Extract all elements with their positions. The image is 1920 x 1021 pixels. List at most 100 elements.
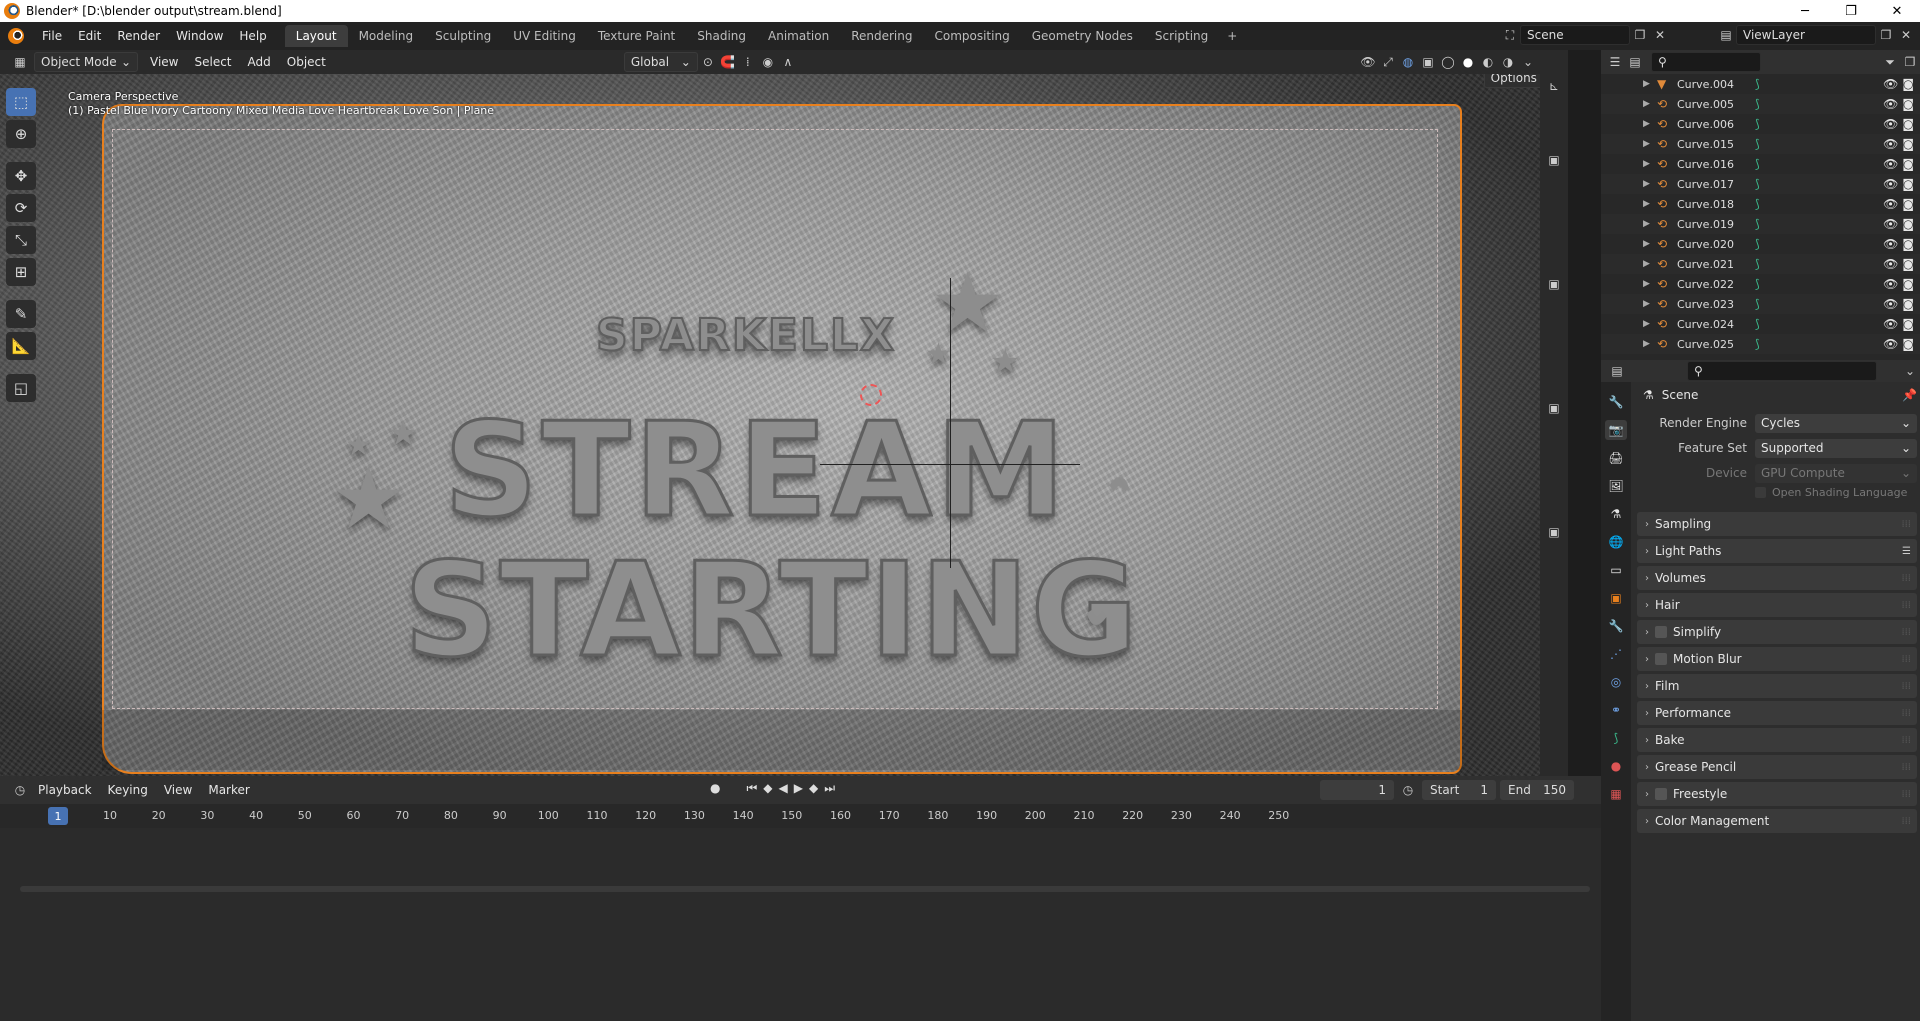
shading-options-icon[interactable]: ⌄	[1518, 52, 1538, 72]
output-tab-icon[interactable]: 🖨	[1605, 448, 1627, 468]
camera-icon[interactable]: ◙	[1902, 217, 1914, 231]
outliner-row[interactable]: ▶ ⟲ Curve.019 ⟆ 👁 ◙	[1601, 214, 1920, 234]
eye-icon[interactable]: 👁	[1883, 317, 1898, 331]
particles-tab-icon[interactable]: ⋰	[1605, 644, 1627, 664]
eye-icon[interactable]: 👁	[1883, 297, 1898, 311]
timeline-menu-view[interactable]: View	[156, 783, 200, 797]
panel-motion-blur[interactable]: › Motion Blur ⁞⁞⁞	[1637, 647, 1917, 671]
panel-performance[interactable]: › Performance ⁞⁞⁞	[1637, 701, 1917, 725]
menu-file[interactable]: File	[34, 29, 70, 43]
camera-icon[interactable]: ◙	[1902, 137, 1914, 151]
new-scene-icon[interactable]: ❐	[1630, 25, 1650, 45]
menu-edit[interactable]: Edit	[70, 29, 109, 43]
rendered-shading-icon[interactable]: ◑	[1498, 52, 1518, 72]
device-dropdown[interactable]: GPU Compute ⌄	[1755, 463, 1917, 483]
view-layer-tab-icon[interactable]: 🖼	[1605, 476, 1627, 496]
tool-tab-icon[interactable]: 🔧	[1605, 392, 1627, 412]
camera-icon[interactable]: ◙	[1902, 197, 1914, 211]
outliner-row[interactable]: ▶ ⟲ Curve.025 ⟆ 👁 ◙	[1601, 334, 1920, 354]
measure-tool-icon[interactable]: 📐	[6, 332, 36, 360]
data-tab-icon[interactable]: ⟆	[1605, 728, 1627, 748]
prev-keyframe-icon[interactable]: ◆	[763, 781, 772, 796]
blender-menu-icon[interactable]	[8, 28, 24, 44]
eye-icon[interactable]: 👁	[1883, 77, 1898, 91]
select-box-tool-icon[interactable]: ⬚	[6, 88, 36, 116]
3d-cursor-icon[interactable]	[860, 384, 882, 406]
panel-light-paths[interactable]: › Light Paths ☰	[1637, 539, 1917, 563]
menu-window[interactable]: Window	[168, 29, 231, 43]
outliner-row[interactable]: ▶ ⟲ Curve.023 ⟆ 👁 ◙	[1601, 294, 1920, 314]
outliner-search-input[interactable]: ⚲	[1651, 52, 1761, 72]
add-workspace-button[interactable]: +	[1219, 25, 1245, 47]
camera-icon[interactable]: ◙	[1902, 77, 1914, 91]
camera-view-icon[interactable]: ▣	[1544, 398, 1564, 418]
tab-animation[interactable]: Animation	[757, 25, 840, 47]
camera-icon[interactable]: ◙	[1902, 177, 1914, 191]
auto-keying-icon[interactable]: ●	[710, 781, 720, 796]
jump-end-icon[interactable]: ⏭	[824, 781, 835, 796]
jump-start-icon[interactable]: ⏮	[746, 781, 757, 796]
outliner-row[interactable]: ▶ ⟲ Curve.020 ⟆ 👁 ◙	[1601, 234, 1920, 254]
current-frame-field[interactable]: 1	[1320, 780, 1394, 800]
world-tab-icon[interactable]: 🌐	[1605, 532, 1627, 552]
delete-scene-icon[interactable]: ✕	[1650, 25, 1670, 45]
camera-view-icon[interactable]: ▣	[1544, 522, 1564, 542]
tab-texture-paint[interactable]: Texture Paint	[587, 25, 686, 47]
timeline-editor-icon[interactable]: ◷	[10, 780, 30, 800]
physics-tab-icon[interactable]: ◎	[1605, 672, 1627, 692]
visibility-icon[interactable]: 👁	[1358, 52, 1378, 72]
camera-icon[interactable]: ◙	[1902, 157, 1914, 171]
timeline-menu-keying[interactable]: Keying	[100, 783, 156, 797]
osl-checkbox[interactable]	[1755, 486, 1766, 498]
simplify-checkbox[interactable]	[1655, 626, 1667, 638]
freestyle-checkbox[interactable]	[1655, 788, 1667, 800]
falloff-icon[interactable]: ∧	[778, 52, 798, 72]
eye-icon[interactable]: 👁	[1883, 277, 1898, 291]
close-button[interactable]: ✕	[1874, 0, 1920, 22]
properties-options-icon[interactable]: ⌄	[1900, 361, 1920, 381]
camera-view-icon[interactable]: ▣	[1544, 274, 1564, 294]
filter-icon[interactable]: ⏷	[1880, 52, 1900, 72]
eye-icon[interactable]: 👁	[1883, 217, 1898, 231]
play-icon[interactable]: ▶	[794, 781, 803, 796]
add-cube-tool-icon[interactable]: ◱	[6, 374, 36, 402]
xray-icon[interactable]: ▣	[1418, 52, 1438, 72]
camera-icon[interactable]: ◙	[1902, 97, 1914, 111]
outliner-row[interactable]: ▶ ⟲ Curve.005 ⟆ 👁 ◙	[1601, 94, 1920, 114]
transform-tool-icon[interactable]: ⊞	[6, 258, 36, 286]
eye-icon[interactable]: 👁	[1883, 137, 1898, 151]
outliner-row[interactable]: ▶ ⟲ Curve.018 ⟆ 👁 ◙	[1601, 194, 1920, 214]
collection-tab-icon[interactable]: ▭	[1605, 560, 1627, 580]
play-reverse-icon[interactable]: ◀	[779, 781, 788, 796]
render-tab-icon[interactable]: 📷	[1605, 420, 1627, 440]
eye-icon[interactable]: 👁	[1883, 257, 1898, 271]
move-tool-icon[interactable]: ✥	[6, 162, 36, 190]
delete-view-layer-icon[interactable]: ✕	[1896, 25, 1916, 45]
annotate-tool-icon[interactable]: ✎	[6, 300, 36, 328]
camera-icon[interactable]: ◙	[1902, 277, 1914, 291]
timeline-menu-marker[interactable]: Marker	[200, 783, 257, 797]
outliner-row[interactable]: ▶ ⟲ Curve.022 ⟆ 👁 ◙	[1601, 274, 1920, 294]
camera-icon[interactable]: ◙	[1902, 317, 1914, 331]
viewport-menu-view[interactable]: View	[142, 55, 186, 69]
current-frame-indicator[interactable]: 1	[48, 807, 68, 825]
menu-help[interactable]: Help	[231, 29, 274, 43]
camera-icon[interactable]: ◙	[1902, 117, 1914, 131]
outliner-row[interactable]: ▶ ⟲ Curve.017 ⟆ 👁 ◙	[1601, 174, 1920, 194]
eye-icon[interactable]: 👁	[1883, 177, 1898, 191]
rotate-tool-icon[interactable]: ⟳	[6, 194, 36, 222]
material-tab-icon[interactable]: ●	[1605, 756, 1627, 776]
timeline-body[interactable]	[0, 828, 1601, 1021]
panel-freestyle[interactable]: › Freestyle ⁞⁞⁞	[1637, 782, 1917, 806]
maximize-button[interactable]: ❐	[1828, 0, 1874, 22]
osl-checkbox-row[interactable]: Open Shading Language	[1755, 483, 1917, 501]
outliner-row[interactable]: ▶ ⟲ Curve.006 ⟆ 👁 ◙	[1601, 114, 1920, 134]
feature-set-dropdown[interactable]: Supported ⌄	[1755, 438, 1917, 458]
timeline-menu-playback[interactable]: Playback	[30, 783, 100, 797]
outliner-row[interactable]: ▶ ▼ Curve.004 ⟆ 👁 ◙	[1601, 74, 1920, 94]
wireframe-shading-icon[interactable]: ◯	[1438, 52, 1458, 72]
cursor-tool-icon[interactable]: ⊕	[6, 120, 36, 148]
panel-grease-pencil[interactable]: › Grease Pencil ⁞⁞⁞	[1637, 755, 1917, 779]
scene-tab-icon[interactable]: ⚗	[1605, 504, 1627, 524]
snap-target-icon[interactable]: ⁞	[738, 52, 758, 72]
